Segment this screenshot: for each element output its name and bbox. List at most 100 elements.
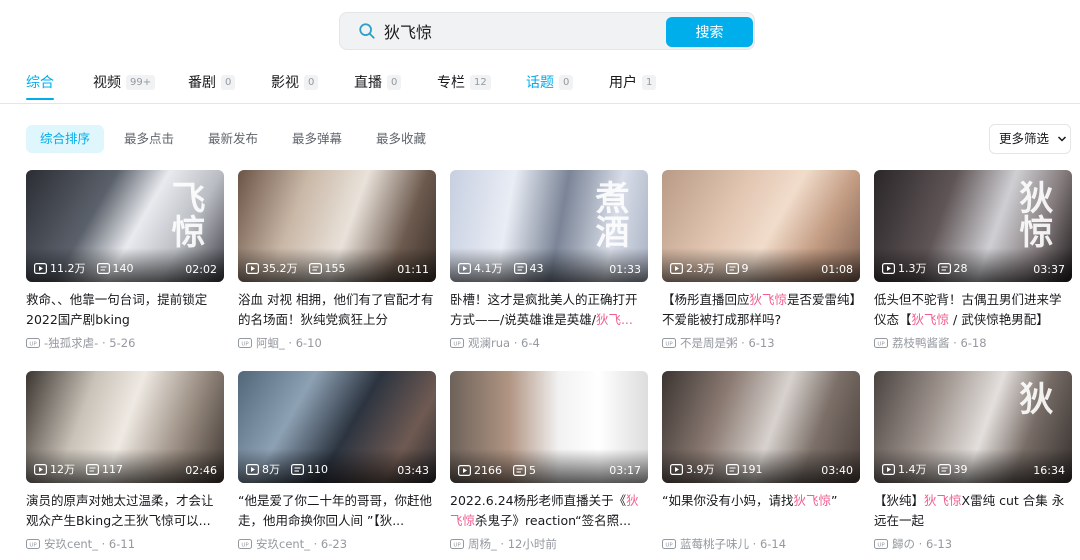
video-card[interactable]: 12万 117 02:46 演员的原声对她太过温柔，才会让观众产生Bking之王狄飞惊… bbox=[26, 371, 224, 552]
meta-separator: · bbox=[98, 336, 110, 350]
author-name[interactable]: 荔枝鸭酱酱 bbox=[892, 335, 950, 351]
tab-article[interactable]: 专栏 12 bbox=[437, 72, 491, 104]
tab-user[interactable]: 用户 1 bbox=[609, 72, 657, 104]
search-button[interactable]: 搜索 bbox=[666, 17, 753, 47]
title-text: 【狄纯】 bbox=[874, 493, 925, 508]
danmaku-icon bbox=[513, 262, 527, 274]
video-thumbnail[interactable]: 2.3万 9 01:08 bbox=[662, 170, 860, 282]
tab-label: 直播 bbox=[354, 75, 382, 91]
play-count-icon bbox=[34, 463, 47, 475]
video-title[interactable]: 2022.6.24杨彤老师直播关于《狄飞惊杀鬼子》reaction“签名照... bbox=[450, 491, 648, 531]
video-title[interactable]: “他是爱了你二十年的哥哥，你赶他走，他用命换你回人间 ”【狄... bbox=[238, 491, 436, 531]
tab-label: 影视 bbox=[271, 75, 299, 91]
tab-bangumi[interactable]: 番剧 0 bbox=[188, 72, 236, 104]
danmaku-count: 140 bbox=[112, 261, 134, 275]
play-count-icon bbox=[246, 463, 259, 475]
view-count: 2.3万 bbox=[686, 262, 715, 275]
author-name[interactable]: 观澜rua bbox=[468, 335, 510, 351]
tab-video[interactable]: 视频 99+ bbox=[93, 72, 156, 104]
up-icon: UP bbox=[450, 539, 464, 549]
video-thumbnail[interactable]: 狄 1.4万 39 16:34 bbox=[874, 371, 1072, 483]
video-stats: 3.9万 191 bbox=[670, 461, 763, 477]
publish-date: 6-14 bbox=[759, 537, 787, 551]
video-title[interactable]: 【狄纯】狄飞惊X雷纯 cut 合集 永远在一起 bbox=[874, 491, 1072, 531]
video-duration: 03:43 bbox=[397, 464, 429, 477]
video-title[interactable]: 卧槽！这才是疯批美人的正确打开方式——/说英雄谁是英雄/狄飞... bbox=[450, 290, 648, 330]
view-count: 4.1万 bbox=[474, 262, 503, 275]
publish-date: 6-4 bbox=[521, 336, 540, 350]
video-thumbnail[interactable]: 8万 110 03:43 bbox=[238, 371, 436, 483]
video-title[interactable]: “如果你没有小妈，请找狄飞惊” bbox=[662, 491, 860, 531]
video-thumbnail[interactable]: 35.2万 155 01:11 bbox=[238, 170, 436, 282]
svg-text:UP: UP bbox=[665, 341, 673, 347]
sort-most-clicks[interactable]: 最多点击 bbox=[110, 125, 188, 153]
up-icon: UP bbox=[450, 338, 464, 348]
tab-active-indicator bbox=[26, 98, 54, 100]
video-thumbnail[interactable]: 2166 5 03:17 bbox=[450, 371, 648, 483]
video-card[interactable]: 35.2万 155 01:11 浴血 对视 相拥，他们有了官配才有的名场面！狄纯党疯狂… bbox=[238, 170, 436, 351]
danmaku-icon bbox=[86, 463, 99, 475]
up-icon: UP bbox=[874, 539, 888, 549]
view-count: 11.2万 bbox=[50, 262, 86, 275]
publish-date: 6-13 bbox=[925, 537, 953, 551]
search-bar: 搜索 bbox=[339, 12, 755, 50]
author-name[interactable]: 安玖cent_ bbox=[256, 536, 310, 552]
video-duration: 03:40 bbox=[821, 464, 853, 477]
author-name[interactable]: 安玖cent_ bbox=[44, 536, 98, 552]
author-name[interactable]: 阿蛔_ bbox=[256, 335, 285, 351]
danmaku-icon bbox=[291, 463, 304, 475]
video-card[interactable]: 2166 5 03:17 2022.6.24杨彤老师直播关于《狄飞惊杀鬼子》react… bbox=[450, 371, 648, 552]
more-filter-label: 更多筛选 bbox=[999, 131, 1050, 146]
more-filter-button[interactable]: 更多筛选 bbox=[989, 124, 1071, 154]
video-thumbnail[interactable]: 飞惊 11.2万 140 02:02 bbox=[26, 170, 224, 282]
video-thumbnail[interactable]: 3.9万 191 03:40 bbox=[662, 371, 860, 483]
sort-most-danmaku[interactable]: 最多弹幕 bbox=[278, 125, 356, 153]
video-title[interactable]: 救命、、他靠一句台词，提前锁定2022国产剧bking bbox=[26, 290, 224, 330]
video-title[interactable]: 演员的原声对她太过温柔，才会让观众产生Bking之王狄飞惊可以... bbox=[26, 491, 224, 531]
tab-label: 综合 bbox=[26, 75, 54, 91]
video-meta: UP 蓝莓桃子味儿 · 6-14 bbox=[662, 536, 860, 552]
danmaku-icon bbox=[513, 465, 526, 476]
svg-text:UP: UP bbox=[241, 341, 249, 347]
video-card[interactable]: 3.9万 191 03:40 “如果你没有小妈，请找狄飞惊” UP 蓝莓桃子味儿 · 6-… bbox=[662, 371, 860, 552]
danmaku-count: 117 bbox=[102, 462, 123, 476]
video-card[interactable]: 2.3万 9 01:08 【杨彤直播回应狄飞惊是否爱雷纯】不爱能被打成那样吗? UP 不是… bbox=[662, 170, 860, 351]
tab-count: 0 bbox=[559, 75, 574, 90]
video-stats: 4.1万 43 bbox=[458, 260, 544, 276]
sort-newest[interactable]: 最新发布 bbox=[194, 125, 272, 153]
tab-movie[interactable]: 影视 0 bbox=[271, 72, 319, 104]
danmaku-count: 39 bbox=[953, 462, 968, 476]
up-icon: UP bbox=[26, 539, 40, 549]
author-name[interactable]: 蓝莓桃子味儿 bbox=[680, 536, 749, 552]
video-thumbnail[interactable]: 狄惊 1.3万 28 03:37 bbox=[874, 170, 1072, 282]
video-duration: 03:37 bbox=[1033, 263, 1065, 276]
video-card[interactable]: 飞惊 11.2万 140 02:02 救命、、他靠一句台词，提前锁定2022国产剧bki… bbox=[26, 170, 224, 351]
tab-topic[interactable]: 话题 0 bbox=[526, 72, 574, 104]
author-name[interactable]: 歸の bbox=[892, 536, 915, 552]
video-card[interactable]: 8万 110 03:43 “他是爱了你二十年的哥哥，你赶他走，他用命换你回人间 ”【狄… bbox=[238, 371, 436, 552]
meta-separator: · bbox=[949, 336, 961, 350]
sort-most-favorites[interactable]: 最多收藏 bbox=[362, 125, 440, 153]
video-title[interactable]: 【杨彤直播回应狄飞惊是否爱雷纯】不爱能被打成那样吗? bbox=[662, 290, 860, 330]
video-title[interactable]: 浴血 对视 相拥，他们有了官配才有的名场面！狄纯党疯狂上分 bbox=[238, 290, 436, 330]
video-card[interactable]: 狄 1.4万 39 16:34 【狄纯】狄飞惊X雷纯 cut 合集 永远在一起 UP 歸の … bbox=[874, 371, 1072, 552]
view-count: 35.2万 bbox=[262, 262, 298, 275]
author-name[interactable]: 周杨_ bbox=[468, 536, 497, 552]
video-card[interactable]: 狄惊 1.3万 28 03:37 低头但不驼背！古偶丑男们进来学仪态【狄飞惊 / 武侠惊… bbox=[874, 170, 1072, 351]
author-name[interactable]: -独孤求虐- bbox=[44, 335, 98, 351]
author-name[interactable]: 不是周是粥 bbox=[680, 335, 738, 351]
video-thumbnail[interactable]: 12万 117 02:46 bbox=[26, 371, 224, 483]
tab-live[interactable]: 直播 0 bbox=[354, 72, 402, 104]
danmaku-icon bbox=[725, 463, 739, 475]
title-keyword-highlight: 狄飞惊 bbox=[911, 312, 950, 327]
video-card[interactable]: 煮酒 4.1万 43 01:33 卧槽！这才是疯批美人的正确打开方式——/说英雄谁是英雄… bbox=[450, 170, 648, 351]
video-title[interactable]: 低头但不驼背！古偶丑男们进来学仪态【狄飞惊 / 武侠惊艳男配】 bbox=[874, 290, 1072, 330]
title-text: “他是爱了你二十年的哥哥，你赶他走，他用命换你回人间 ”【狄... bbox=[238, 493, 432, 528]
sort-comprehensive[interactable]: 综合排序 bbox=[26, 125, 105, 153]
video-meta: UP -独孤求虐- · 5-26 bbox=[26, 335, 224, 351]
video-meta: UP 周杨_ · 12小时前 bbox=[450, 536, 648, 552]
tab-all[interactable]: 综合 bbox=[26, 72, 54, 104]
video-meta: UP 不是周是粥 · 6-13 bbox=[662, 335, 860, 351]
search-input[interactable] bbox=[384, 16, 654, 46]
video-thumbnail[interactable]: 煮酒 4.1万 43 01:33 bbox=[450, 170, 648, 282]
